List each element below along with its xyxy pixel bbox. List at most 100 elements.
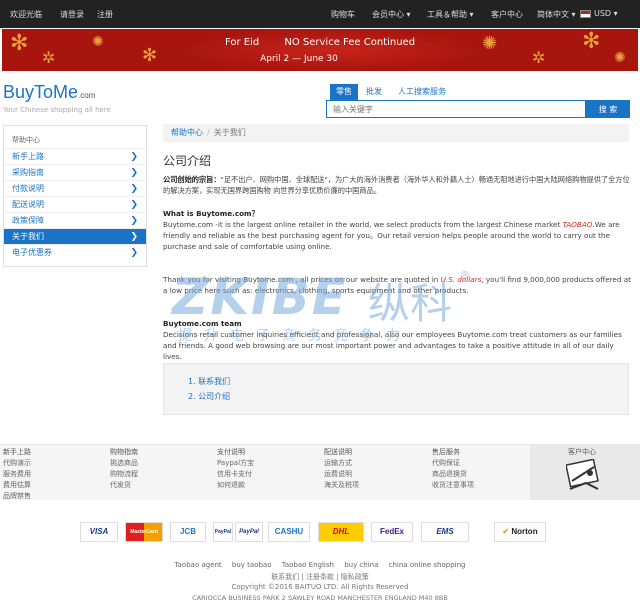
link-taobao-agent[interactable]: Taobao agent — [175, 561, 222, 569]
chevron-right-icon: ❯ — [130, 168, 138, 178]
watermark-registered: ® — [460, 270, 470, 281]
footer-col-title[interactable]: 新手上路 — [3, 447, 31, 458]
visa-logo: VISA — [80, 522, 118, 542]
footer-link[interactable]: 挑选商品 — [110, 458, 138, 469]
footer-col-beginners: 新手上路 代购演示 服务费用 费用估算 品牌禁售 — [3, 447, 31, 502]
footer-link[interactable]: 服务费用 — [3, 469, 31, 480]
help-sidebar: 帮助中心 新手上路 ❯ 采购指南 ❯ 付款说明 ❯ 配送说明 ❯ 政策保障 ❯ 关于我们 ❯… — [3, 125, 147, 267]
cart-link[interactable]: 购物车 — [331, 9, 355, 20]
seo-links: Taobao agent buy taobao Taobao English b… — [0, 561, 640, 569]
banner-offer: NO Service Fee Continued — [284, 37, 416, 48]
footer-link[interactable]: 如何退款 — [217, 480, 254, 491]
snowflake-icon: ✺ — [614, 50, 626, 66]
sidebar-item-purchase-guide[interactable]: 采购指南 ❯ — [4, 164, 146, 180]
language-select[interactable]: 简体中文 ▾ — [537, 9, 576, 20]
intro-paragraph: 公司创始的宗旨："足不出户、网购中国、全球配送"，为广大的海外消费者（海外华人和… — [163, 174, 633, 196]
link-contact-us[interactable]: 1. 联系我们 — [188, 376, 230, 387]
footer-col-title[interactable]: 配送说明 — [324, 447, 359, 458]
sidebar-item-coupons[interactable]: 电子优惠券 ❯ — [4, 244, 146, 260]
footer-col-guide: 购物指南 挑选商品 购物流程 代发货 — [110, 447, 138, 491]
breadcrumb-current: 关于我们 — [213, 128, 246, 137]
link-buy-taobao[interactable]: buy taobao — [232, 561, 272, 569]
tools-help-label: 工具＆帮助 — [427, 10, 467, 19]
currency-select[interactable]: USD ▾ — [594, 9, 618, 18]
register-link[interactable]: 注册 — [97, 9, 113, 20]
what-is-heading: What is Buytome.com？ — [163, 209, 259, 218]
footer-link[interactable]: 购物流程 — [110, 469, 138, 480]
sidebar-item-payment[interactable]: 付款说明 ❯ — [4, 180, 146, 196]
chevron-down-icon: ▾ — [469, 10, 474, 19]
banner-glow — [182, 29, 482, 71]
site-logo[interactable]: BuyToMe.com — [3, 82, 95, 103]
chevron-down-icon: ▾ — [571, 10, 576, 19]
tab-wholesale[interactable]: 批发 — [360, 84, 388, 100]
footer-col-aftersales: 售后服务 代购保证 商品退换货 收货注意事项 — [432, 447, 474, 491]
taobao-highlight: TAOBAO — [562, 220, 593, 229]
footer-link[interactable]: 信用卡支付 — [217, 469, 254, 480]
breadcrumb-help-center[interactable]: 帮助中心 — [171, 128, 203, 137]
footer-link[interactable]: 运费说明 — [324, 469, 359, 480]
footer-link[interactable]: 品牌禁售 — [3, 491, 31, 502]
sidebar-item-label: 电子优惠券 — [12, 248, 52, 257]
tab-manual-search[interactable]: 人工搜索服务 — [392, 84, 452, 100]
footer-link[interactable]: Paypal方宝 — [217, 458, 254, 469]
company-address: CARIOCCA BUSINESS PARK 2 SAWLEY ROAD MAN… — [192, 594, 448, 602]
member-center-label: 会员中心 — [372, 10, 404, 19]
link-company-intro[interactable]: 2. 公司介绍 — [188, 391, 230, 402]
chevron-right-icon: ❯ — [130, 248, 138, 258]
norton-logo: ✔ Norton — [494, 522, 546, 542]
footer-col-title[interactable]: 售后服务 — [432, 447, 474, 458]
footer-link[interactable]: 收货注意事项 — [432, 480, 474, 491]
login-link[interactable]: 请登录 — [60, 9, 84, 20]
sidebar-header: 帮助中心 — [12, 136, 40, 144]
legal-links[interactable]: 联系我们 | 注册条款 | 隐私政策 — [0, 572, 640, 582]
footer-customer-center[interactable]: 客户中心 — [530, 444, 640, 500]
jcb-logo: JCB — [170, 522, 206, 542]
footer-link[interactable]: 运输方式 — [324, 458, 359, 469]
banner-headline: For Eid NO Service Fee Continued — [2, 37, 638, 48]
mastercard-logo: MasterCard — [125, 522, 163, 542]
watermark-logo: ZKIBE — [172, 268, 348, 326]
promo-banner[interactable]: ✻ ✲ ✺ ✻ ✺ ✲ ✻ ✺ For Eid NO Service Fee C… — [2, 29, 638, 71]
link-taobao-english[interactable]: Taobao English — [282, 561, 334, 569]
footer-col-payment: 支付说明 Paypal方宝 信用卡支付 如何退款 — [217, 447, 254, 491]
footer-link[interactable]: 费用估算 — [3, 480, 31, 491]
tools-help-menu[interactable]: 工具＆帮助 ▾ — [427, 9, 474, 20]
related-links-box: 1. 联系我们 2. 公司介绍 — [163, 363, 629, 415]
footer-link[interactable]: 代发货 — [110, 480, 138, 491]
sidebar-item-label: 采购指南 — [12, 168, 44, 177]
sidebar-item-delivery[interactable]: 配送说明 ❯ — [4, 196, 146, 212]
footer-link[interactable]: 代购保证 — [432, 458, 474, 469]
welcome-text: 欢迎光临 — [10, 10, 42, 19]
chevron-down-icon: ▾ — [406, 10, 411, 19]
paypal-wordmark-logo: PayPal — [235, 522, 263, 542]
top-bar: 欢迎光临 请登录 注册 购物车 会员中心 ▾ 工具＆帮助 ▾ 客户中心 简体中文… — [0, 0, 640, 28]
sidebar-item-about-us[interactable]: 关于我们 ❯ — [4, 228, 146, 244]
footer-link[interactable]: 代购演示 — [3, 458, 31, 469]
chevron-down-icon: ▾ — [613, 9, 618, 18]
sidebar-item-label: 政策保障 — [12, 216, 44, 225]
currency-label: USD — [594, 9, 612, 18]
watermark-cn: 纵科 — [368, 279, 453, 328]
sidebar-item-beginners[interactable]: 新手上路 ❯ — [4, 148, 146, 164]
link-china-online-shopping[interactable]: china online shopping — [389, 561, 466, 569]
banner-eid: For Eid — [224, 37, 260, 48]
dhl-logo: DHL — [318, 522, 364, 542]
sidebar-item-policy[interactable]: 政策保障 ❯ — [4, 212, 146, 228]
member-center-menu[interactable]: 会员中心 ▾ — [372, 9, 411, 20]
footer-col-title[interactable]: 购物指南 — [110, 447, 138, 458]
search-button[interactable]: 搜 索 — [586, 100, 630, 118]
chevron-right-icon: ❯ — [130, 184, 138, 194]
copyright: Copyright ©2016 BAITUO LTD. All Rights R… — [231, 583, 409, 591]
customer-center-link[interactable]: 客户中心 — [491, 9, 523, 20]
footer-col-title[interactable]: 支付说明 — [217, 447, 254, 458]
link-buy-china[interactable]: buy china — [344, 561, 378, 569]
footer-link[interactable]: 商品退换货 — [432, 469, 474, 480]
tab-retail[interactable]: 零售 — [330, 84, 358, 100]
ems-logo: EMS — [421, 522, 469, 542]
search-input[interactable] — [326, 100, 586, 118]
logo-text: BuyToMe — [3, 82, 79, 102]
footer-link[interactable]: 海关及税项 — [324, 480, 359, 491]
banner-dates: April 2 — June 30 — [260, 54, 338, 64]
about-paragraph: Buytome.com -it is the largest online re… — [163, 219, 633, 252]
